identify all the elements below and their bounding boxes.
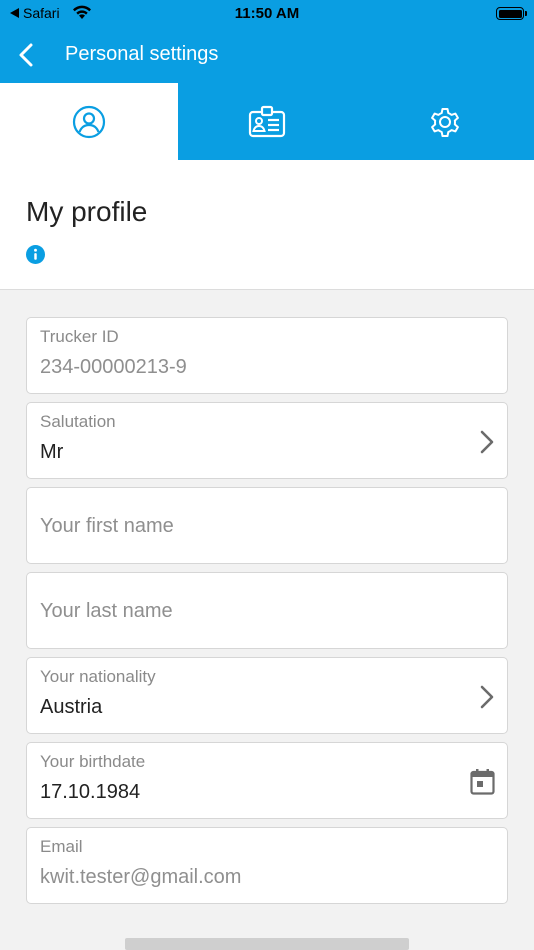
last-name-input[interactable]: Your last name [26, 572, 508, 649]
nav-bar: Personal settings [0, 28, 534, 83]
chevron-right-icon [480, 685, 494, 709]
email-field: Email kwit.tester@gmail.com [26, 827, 508, 904]
chevron-right-icon [480, 430, 494, 454]
trucker-id-field: Trucker ID 234-00000213-9 [26, 317, 508, 394]
email-value: kwit.tester@gmail.com [40, 866, 242, 888]
salutation-label: Salutation [40, 412, 116, 431]
tab-bar [0, 83, 534, 160]
tab-settings[interactable] [356, 83, 534, 160]
birthdate-label: Your birthdate [40, 752, 146, 771]
calendar-icon[interactable] [470, 768, 495, 795]
trucker-id-label: Trucker ID [40, 327, 119, 346]
salutation-value: Mr [40, 441, 64, 463]
email-label: Email [40, 837, 83, 856]
trucker-id-value: 234-00000213-9 [40, 356, 187, 378]
nationality-select[interactable]: Your nationality Austria [26, 657, 508, 734]
last-name-placeholder: Your last name [40, 600, 173, 622]
user-circle-icon [72, 105, 106, 138]
status-time: 11:50 AM [234, 5, 300, 22]
id-card-icon [248, 105, 286, 137]
status-bar: Safari 11:50 AM [0, 0, 534, 28]
chevron-left-icon[interactable] [12, 40, 42, 70]
page-heading: Personal settings [65, 43, 219, 65]
first-name-placeholder: Your first name [40, 515, 174, 537]
save-button[interactable] [125, 938, 409, 950]
gear-icon [431, 107, 459, 137]
tab-profile[interactable] [0, 83, 178, 160]
battery-icon [496, 7, 527, 20]
page-title: My profile [26, 196, 148, 227]
birthdate-value: 17.10.1984 [40, 781, 141, 803]
nationality-label: Your nationality [40, 667, 156, 686]
tab-id-card[interactable] [178, 83, 356, 160]
nationality-value: Austria [40, 696, 103, 718]
birthdate-field[interactable]: Your birthdate 17.10.1984 [26, 742, 508, 819]
info-icon[interactable] [26, 245, 45, 264]
profile-header: My profile [0, 160, 534, 290]
first-name-input[interactable]: Your first name [26, 487, 508, 564]
salutation-select[interactable]: Salutation Mr [26, 402, 508, 479]
